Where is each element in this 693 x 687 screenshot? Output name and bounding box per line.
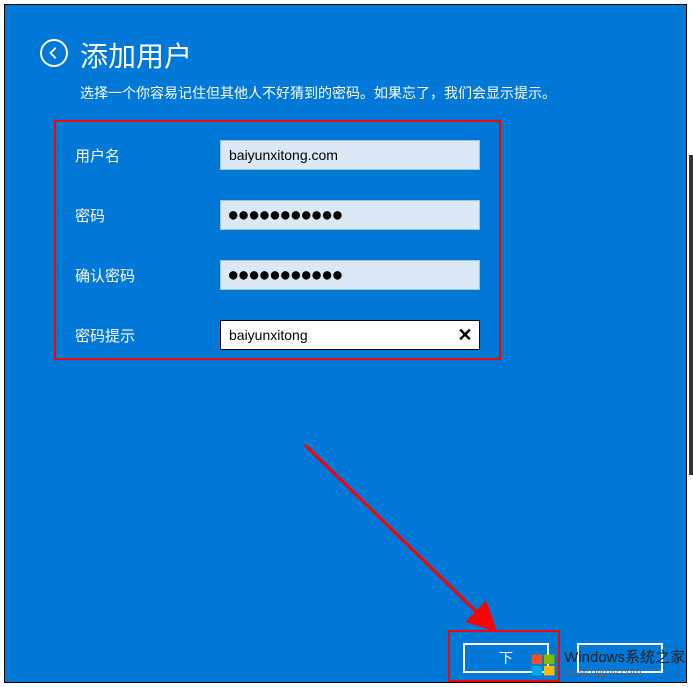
hint-label: 密码提示 [75,325,220,346]
watermark-line1: Windows系统之家 [564,650,685,667]
right-edge-shadow [689,155,693,475]
confirm-row: 确认密码 [75,260,485,290]
back-button[interactable] [40,39,68,67]
dialog-window: 添加用户 选择一个你容易记住但其他人不好猜到的密码。如果忘了，我们会显示提示。 … [4,4,687,683]
password-hint-input[interactable] [220,320,480,350]
header: 添加用户 选择一个你容易记住但其他人不好猜到的密码。如果忘了，我们会显示提示。 [5,5,686,113]
clear-input-icon[interactable]: ✕ [454,324,476,346]
page-title: 添加用户 [80,35,556,75]
password-row: 密码 [75,200,485,230]
watermark-line2: www.bjjmlv.com [564,667,685,679]
watermark-text: Windows系统之家 www.bjjmlv.com [564,650,685,679]
username-input-wrap [220,140,480,170]
windows-logo-icon [530,651,558,679]
username-row: 用户名 [75,140,485,170]
password-input[interactable] [220,200,480,230]
watermark: Windows系统之家 www.bjjmlv.com [530,650,685,679]
form: 用户名 密码 确认密码 密码提示 ✕ [75,140,485,380]
username-input[interactable] [220,140,480,170]
header-text: 添加用户 选择一个你容易记住但其他人不好猜到的密码。如果忘了，我们会显示提示。 [80,35,556,103]
password-label: 密码 [75,205,220,226]
username-label: 用户名 [75,145,220,166]
confirm-input-wrap [220,260,480,290]
back-arrow-icon [47,46,61,60]
page-subtitle: 选择一个你容易记住但其他人不好猜到的密码。如果忘了，我们会显示提示。 [80,83,556,103]
password-input-wrap [220,200,480,230]
confirm-password-input[interactable] [220,260,480,290]
confirm-label: 确认密码 [75,265,220,286]
hint-input-wrap: ✕ [220,320,480,350]
hint-row: 密码提示 ✕ [75,320,485,350]
